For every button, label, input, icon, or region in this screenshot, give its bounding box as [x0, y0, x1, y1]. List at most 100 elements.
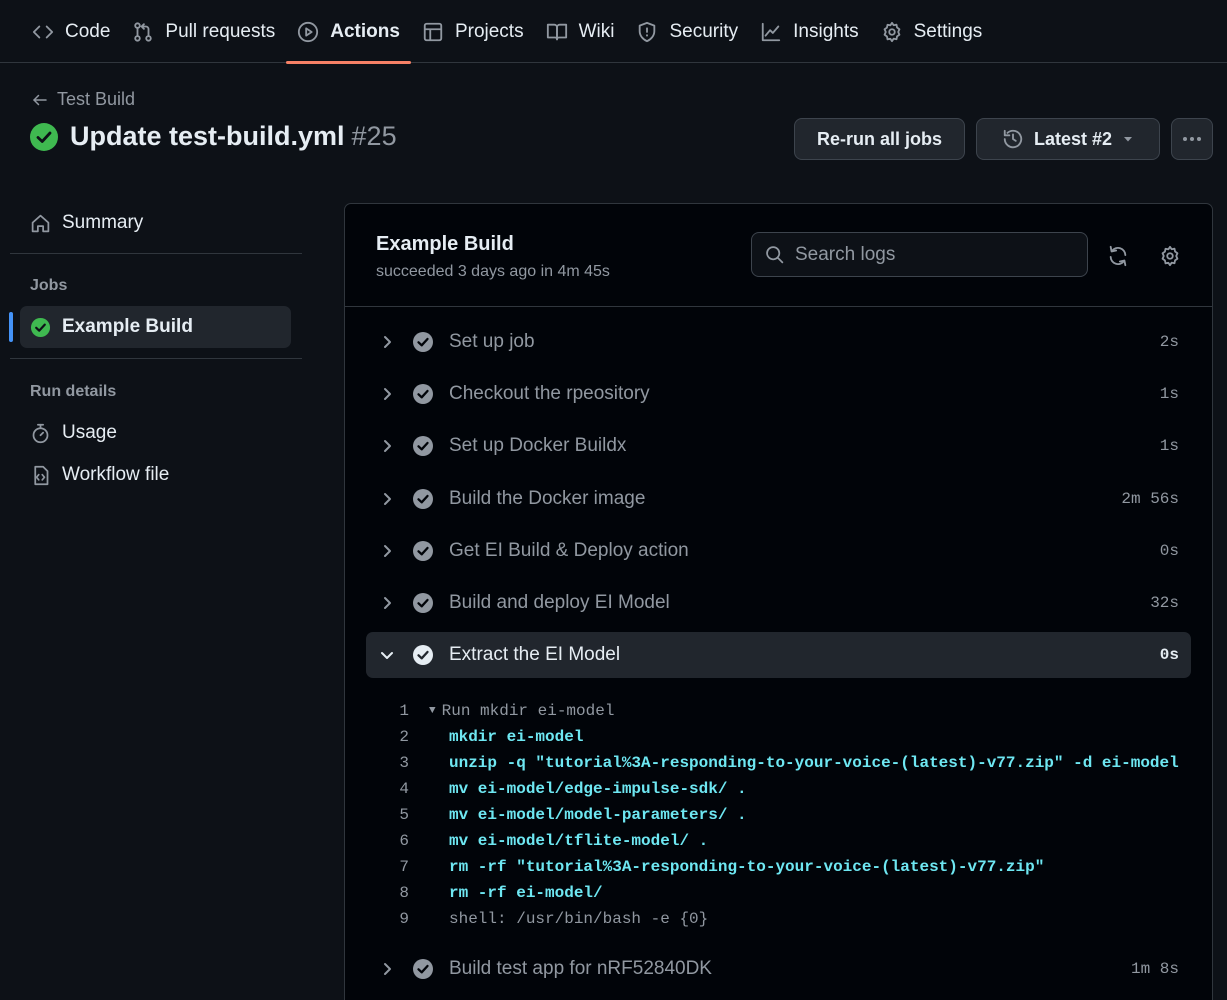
chevron-right-icon	[384, 963, 391, 975]
log-line-number[interactable]: 8	[345, 884, 429, 902]
refresh-icon[interactable]	[1107, 245, 1129, 267]
step-duration: 2m 56s	[1121, 490, 1179, 508]
step-row-expanded[interactable]: Extract the EI Model 0s	[366, 632, 1191, 678]
search-logs	[751, 232, 1088, 277]
sidebar-item-label: Workflow file	[62, 464, 170, 485]
step-row[interactable]: Checkout the rpeository 1s	[366, 371, 1191, 417]
log-line-number[interactable]: 3	[345, 754, 429, 772]
check-circle-icon	[413, 959, 433, 979]
step-row[interactable]: Build the Docker image 2m 56s	[366, 476, 1191, 522]
step-duration: 1s	[1159, 385, 1179, 403]
step-duration: 2s	[1159, 333, 1179, 351]
settings-gear-icon[interactable]	[1159, 245, 1181, 267]
arrow-left-icon	[33, 94, 47, 105]
tab-label: Projects	[454, 20, 524, 42]
back-to-workflow-link[interactable]: Test Build	[31, 89, 135, 110]
kebab-horizontal-icon	[1183, 137, 1201, 141]
step-row[interactable]: Set up job 2s	[366, 319, 1191, 365]
check-circle-icon	[413, 541, 433, 561]
book-icon	[546, 23, 567, 40]
more-options-button[interactable]	[1171, 118, 1213, 160]
log-text: mv ei-model/edge-impulse-sdk/ .	[449, 780, 747, 798]
step-log-output: 1 ▼ Run mkdir ei-model 2 mkdir ei-model …	[345, 698, 1212, 932]
step-row[interactable]: Build test app for nRF52840DK 1m 8s	[366, 946, 1191, 992]
step-name: Set up Docker Buildx	[449, 435, 627, 456]
log-line: 6 mv ei-model/tflite-model/ .	[345, 828, 1212, 854]
log-line-number[interactable]: 1	[345, 702, 429, 720]
tab-label: Security	[669, 20, 739, 42]
log-group-text: Run mkdir ei-model	[441, 702, 615, 720]
run-title-text: Update test-build.yml	[70, 121, 345, 151]
sidebar-divider	[10, 358, 302, 359]
tab-label: Actions	[330, 20, 400, 42]
back-label: Test Build	[57, 89, 136, 109]
log-line: 1 ▼ Run mkdir ei-model	[345, 698, 1212, 724]
page-title: Update test-build.yml #25	[30, 121, 397, 152]
step-name: Extract the EI Model	[449, 644, 621, 665]
sidebar-heading-jobs: Jobs	[30, 277, 68, 294]
job-title: Example Build	[376, 233, 514, 255]
tab-projects[interactable]: Projects	[411, 0, 535, 63]
chevron-right-icon	[384, 440, 391, 452]
rerun-all-jobs-button[interactable]: Re-run all jobs	[794, 118, 965, 160]
chevron-right-icon	[384, 597, 391, 609]
sidebar-item-example-build[interactable]: Example Build	[9, 306, 291, 348]
log-line: 2 mkdir ei-model	[345, 724, 1212, 750]
search-icon	[766, 246, 784, 264]
log-line: 3 unzip -q "tutorial%3A-responding-to-yo…	[345, 750, 1212, 776]
log-line-number[interactable]: 4	[345, 780, 429, 798]
stopwatch-icon	[32, 423, 49, 443]
tab-code[interactable]: Code	[21, 0, 121, 63]
tab-label: Pull requests	[165, 20, 276, 42]
log-text: shell: /usr/bin/bash -e {0}	[449, 910, 709, 928]
job-header: Example Build succeeded 3 days ago in 4m…	[345, 204, 1212, 307]
log-line: 4 mv ei-model/edge-impulse-sdk/ .	[345, 776, 1212, 802]
tab-settings[interactable]: Settings	[870, 0, 994, 63]
tab-label: Wiki	[578, 20, 615, 42]
file-code-icon	[34, 465, 49, 485]
log-line-number[interactable]: 6	[345, 832, 429, 850]
attempt-label: Latest #2	[1033, 128, 1113, 149]
search-logs-input[interactable]	[795, 243, 1075, 266]
log-line-number[interactable]: 7	[345, 858, 429, 876]
step-name: Build test app for nRF52840DK	[449, 958, 712, 979]
tab-security[interactable]: Security	[625, 0, 749, 63]
attempt-select-button[interactable]: Latest #2	[976, 118, 1160, 160]
log-line-number[interactable]: 5	[345, 806, 429, 824]
repo-nav: Code Pull requests Actions Projects Wiki…	[0, 0, 1227, 64]
log-text: rm -rf "tutorial%3A-responding-to-your-v…	[449, 858, 1045, 876]
step-duration: 1s	[1159, 437, 1179, 455]
shield-icon	[639, 21, 656, 42]
log-text: mkdir ei-model	[449, 728, 584, 746]
log-line-number[interactable]: 2	[345, 728, 429, 746]
tab-label: Code	[65, 20, 111, 42]
step-duration: 1m 8s	[1130, 960, 1179, 978]
log-line: 8 rm -rf ei-model/	[345, 880, 1212, 906]
step-row[interactable]: Build and deploy EI Model 32s	[366, 580, 1191, 626]
check-circle-icon	[413, 332, 433, 352]
tab-actions[interactable]: Actions	[286, 0, 411, 64]
git-pull-request-icon	[134, 21, 153, 42]
sidebar-item-usage[interactable]: Usage	[20, 412, 291, 454]
sidebar-item-workflow-file[interactable]: Workflow file	[20, 454, 291, 496]
tab-wiki[interactable]: Wiki	[535, 0, 626, 63]
step-row[interactable]: Get EI Build & Deploy action 0s	[366, 528, 1191, 574]
chevron-right-icon	[384, 493, 391, 505]
triangle-down-icon[interactable]: ▼	[429, 705, 436, 717]
step-name: Checkout the rpeository	[449, 383, 650, 404]
check-circle-icon	[413, 645, 433, 665]
gear-icon	[883, 21, 900, 42]
step-row[interactable]: Set up Docker Buildx 1s	[366, 423, 1191, 469]
step-name: Build and deploy EI Model	[449, 592, 670, 613]
tab-pull-requests[interactable]: Pull requests	[121, 0, 286, 63]
chevron-down-icon	[381, 652, 393, 659]
tab-insights[interactable]: Insights	[749, 0, 869, 63]
log-line-number[interactable]: 9	[345, 910, 429, 928]
chevron-right-icon	[384, 336, 391, 348]
sidebar-item-summary[interactable]: Summary	[20, 202, 291, 244]
success-check-icon	[30, 122, 58, 151]
chevron-right-icon	[384, 545, 391, 557]
log-text: mv ei-model/tflite-model/ .	[449, 832, 709, 850]
tab-label: Settings	[913, 20, 983, 42]
log-line: 7 rm -rf "tutorial%3A-responding-to-your…	[345, 854, 1212, 880]
